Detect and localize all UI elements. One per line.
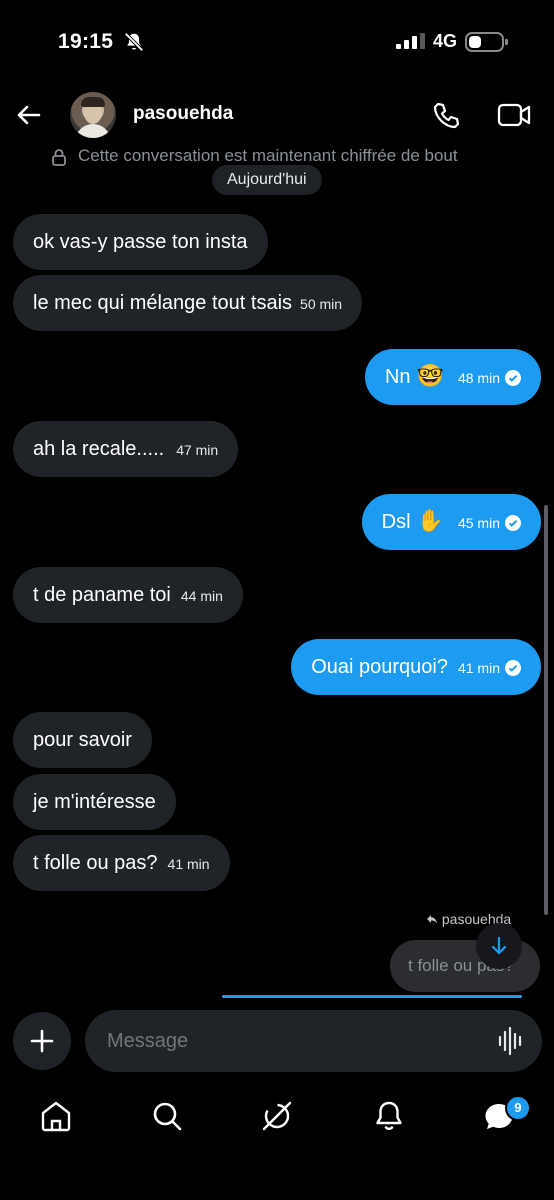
message-text: ok vas-y passe ton insta — [33, 231, 248, 253]
reply-indicator-line — [222, 995, 522, 998]
encryption-notice: Cette conversation est maintenant chiffr… — [78, 146, 458, 165]
read-check-icon — [505, 370, 521, 386]
message-text: ah la recale..... — [33, 438, 165, 460]
conversation-username[interactable]: pasouehda — [133, 103, 233, 125]
reply-arrow-icon — [427, 915, 437, 924]
notifications-bell-icon[interactable] — [371, 1098, 407, 1134]
grok-icon[interactable] — [259, 1098, 295, 1134]
message-input[interactable] — [85, 1010, 542, 1072]
status-time: 19:15 — [58, 30, 114, 53]
arrow-down-icon — [491, 936, 507, 955]
message-incoming[interactable]: t folle ou pas? 41 min — [13, 835, 230, 891]
messages-badge: 9 — [505, 1095, 531, 1121]
message-text: t de paname toi — [33, 584, 171, 606]
search-icon[interactable] — [149, 1098, 185, 1134]
home-icon[interactable] — [38, 1098, 74, 1134]
message-time: 48 min — [457, 370, 500, 386]
message-outgoing[interactable]: Ouai pourquoi? 41 min — [291, 639, 541, 695]
read-check-icon — [505, 660, 521, 676]
message-text: t folle ou pas? — [33, 852, 158, 874]
message-time: 45 min — [457, 515, 500, 531]
message-time: 47 min — [176, 442, 219, 458]
message-time: 41 min — [167, 856, 210, 872]
message-incoming[interactable]: pour savoir — [13, 712, 152, 768]
raised-hand-emoji: ✋ — [416, 509, 444, 534]
message-outgoing[interactable]: Dsl ✋ 45 min — [361, 494, 541, 550]
add-attachment-button[interactable] — [13, 1012, 71, 1070]
message-incoming[interactable]: ah la recale..... 47 min — [13, 421, 239, 477]
avatar[interactable] — [70, 92, 116, 138]
message-time: 44 min — [180, 588, 223, 604]
nerd-face-emoji: 🤓 — [416, 364, 444, 389]
network-type: 4G — [433, 31, 458, 51]
message-incoming[interactable]: t de paname toi 44 min — [13, 567, 243, 623]
message-text: Nn — [384, 366, 411, 388]
message-text: Dsl — [381, 511, 411, 533]
message-text: le mec qui mélange tout tsais — [33, 292, 293, 314]
lock-icon — [52, 149, 66, 166]
message-text: je m'intéresse — [33, 791, 156, 813]
message-incoming[interactable]: le mec qui mélange tout tsais 50 min — [13, 275, 363, 331]
back-arrow-icon[interactable] — [14, 100, 44, 130]
message-incoming[interactable]: je m'intéresse — [13, 774, 176, 830]
date-separator: Aujourd'hui — [212, 165, 322, 195]
voice-message-icon[interactable] — [497, 1026, 525, 1056]
message-time: 41 min — [457, 660, 500, 676]
message-outgoing[interactable]: Nn 🤓 48 min — [364, 349, 541, 405]
message-text: pour savoir — [33, 729, 132, 751]
message-incoming[interactable]: ok vas-y passe ton insta — [13, 214, 268, 270]
phone-icon[interactable] — [430, 100, 462, 132]
scrollbar[interactable] — [544, 505, 548, 915]
scroll-to-bottom-button[interactable] — [476, 923, 522, 969]
read-check-icon — [505, 515, 521, 531]
battery-icon — [465, 32, 508, 52]
message-text: Ouai pourquoi? — [311, 656, 448, 678]
signal-icon — [396, 33, 425, 49]
plus-icon — [30, 1029, 54, 1053]
bell-off-icon — [124, 32, 144, 52]
message-time: 50 min — [300, 296, 343, 312]
video-call-icon[interactable] — [496, 100, 532, 130]
